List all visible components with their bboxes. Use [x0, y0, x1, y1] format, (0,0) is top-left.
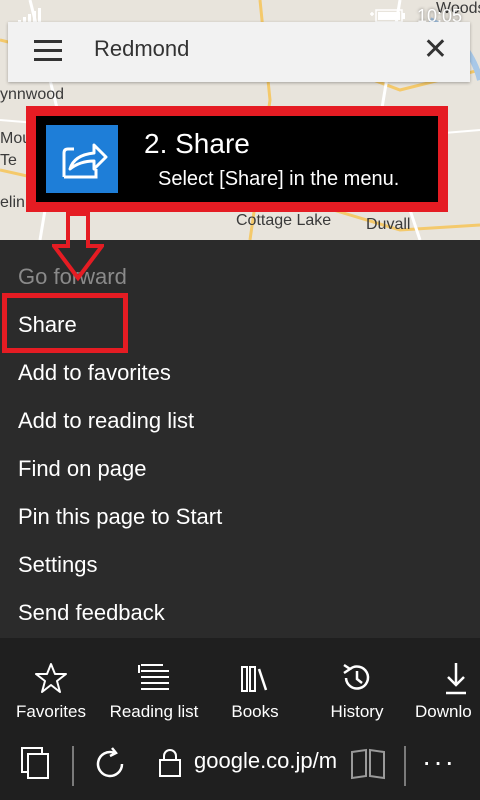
tabs-icon[interactable]	[20, 746, 52, 780]
search-bar[interactable]: Redmond ✕	[8, 22, 470, 82]
menu-item-pin-to-start[interactable]: Pin this page to Start	[18, 504, 222, 530]
map-label: elin	[0, 194, 25, 211]
reading-view-icon[interactable]	[350, 746, 386, 780]
map-label: ynnwood	[0, 86, 65, 103]
callout-subtitle: Select [Share] in the menu.	[158, 168, 400, 190]
map-label: Te	[0, 152, 17, 169]
separator	[404, 746, 406, 786]
map-label: Cottage Lake	[236, 212, 332, 229]
tutorial-callout: 2. Share Select [Share] in the menu.	[26, 106, 448, 212]
hamburger-menu-icon[interactable]	[34, 40, 62, 62]
star-icon	[14, 660, 88, 696]
favorites-label: Favorites	[16, 702, 86, 721]
downloads-button[interactable]: Downlo	[414, 660, 480, 722]
share-highlight-box	[2, 293, 128, 353]
history-button[interactable]: History	[320, 660, 394, 722]
menu-item-add-to-favorites[interactable]: Add to favorites	[18, 360, 171, 386]
menu-item-settings[interactable]: Settings	[18, 552, 98, 578]
menu-item-send-feedback[interactable]: Send feedback	[18, 600, 165, 626]
reading-list-icon	[104, 660, 204, 696]
close-icon[interactable]: ✕	[423, 32, 448, 67]
more-options-icon[interactable]: ···	[422, 746, 456, 778]
books-icon	[220, 660, 290, 696]
arrow-down-icon	[52, 212, 104, 282]
history-icon	[320, 660, 394, 696]
menu-item-find-on-page[interactable]: Find on page	[18, 456, 146, 482]
reading-list-label: Reading list	[109, 702, 199, 721]
url-field[interactable]: google.co.jp/m	[194, 748, 336, 774]
app-bar: Favorites Reading list Books History Dow…	[0, 638, 480, 800]
menu-item-add-to-reading-list[interactable]: Add to reading list	[18, 408, 194, 434]
browser-address-bar: google.co.jp/m ···	[0, 732, 480, 800]
map-label: Duvall	[366, 216, 411, 233]
books-button[interactable]: Books	[220, 660, 290, 722]
share-icon	[46, 125, 118, 193]
callout-title: 2. Share	[144, 128, 250, 159]
downloads-label: Downlo	[415, 702, 472, 721]
books-label: Books	[231, 702, 279, 721]
history-label: History	[330, 702, 384, 721]
reading-list-button[interactable]: Reading list	[104, 660, 204, 722]
separator	[72, 746, 74, 786]
search-query[interactable]: Redmond	[94, 36, 189, 62]
favorites-button[interactable]: Favorites	[14, 660, 88, 722]
refresh-icon[interactable]	[92, 746, 128, 782]
download-icon	[414, 660, 480, 696]
lock-icon	[159, 749, 181, 777]
